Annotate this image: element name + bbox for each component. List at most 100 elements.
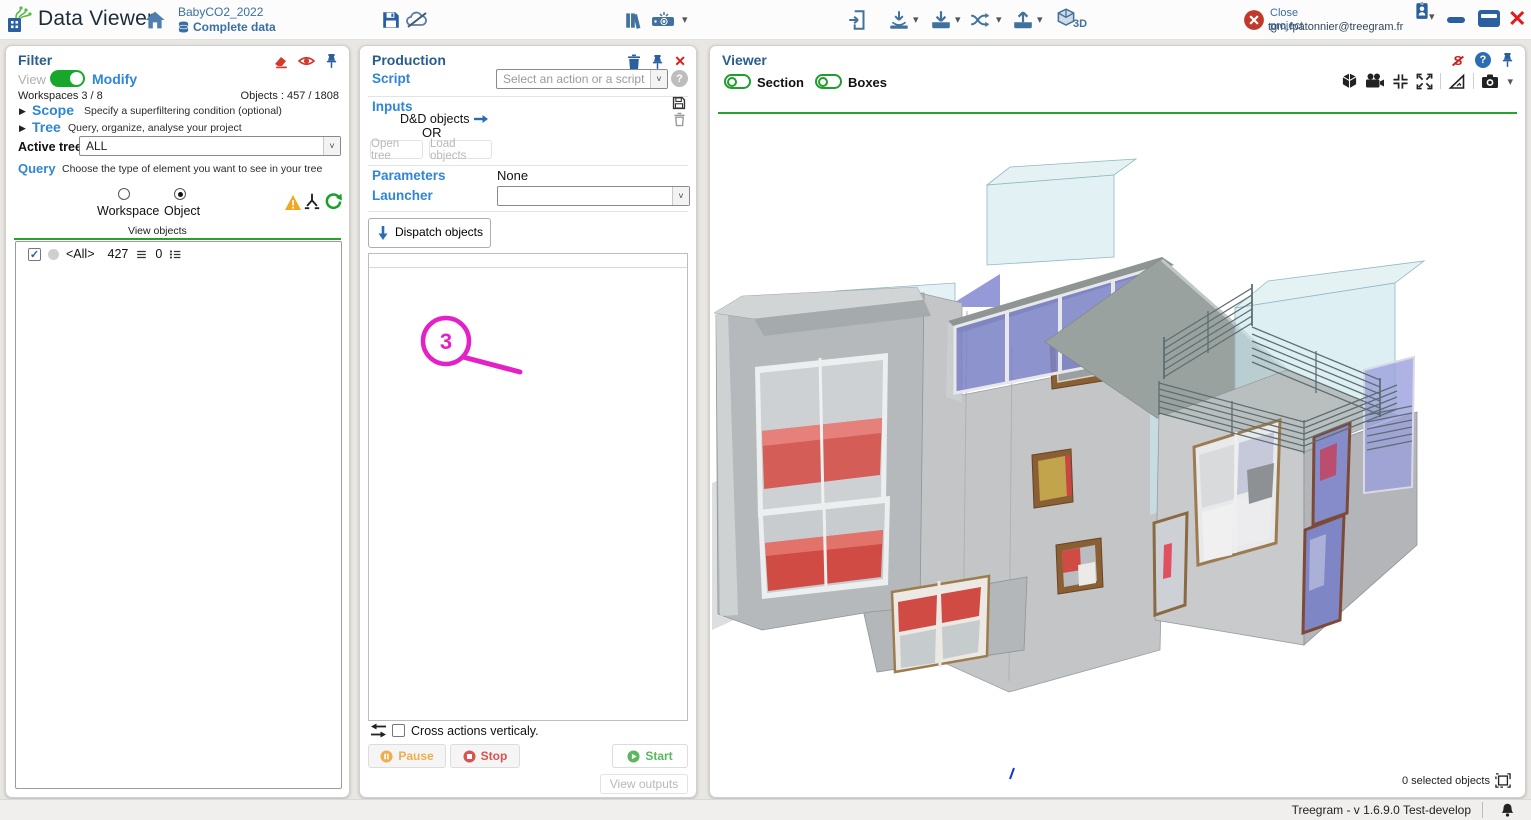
parameters-label: Parameters: [372, 168, 446, 183]
dispatch-objects-button[interactable]: Dispatch objects: [368, 218, 491, 248]
eraser-icon[interactable]: [273, 53, 289, 69]
camera-path-icon[interactable]: [1365, 73, 1385, 89]
tree-section-label[interactable]: Tree: [32, 119, 61, 135]
toolbar-separator: [1473, 73, 1474, 89]
measure-icon[interactable]: [1448, 73, 1466, 90]
workspace-radio[interactable]: [118, 188, 130, 200]
view-modify-toggle[interactable]: [50, 70, 85, 87]
active-tree-select[interactable]: ALL˅: [79, 136, 341, 156]
projector-dropdown-caret[interactable]: ▾: [682, 13, 688, 26]
close-panel-icon[interactable]: ✕: [674, 53, 686, 70]
tree-hint: Query, organize, analyse your project: [68, 122, 242, 134]
eye-icon[interactable]: [298, 54, 315, 68]
open-tree-button[interactable]: Open tree: [370, 140, 423, 159]
save-icon[interactable]: [378, 7, 404, 33]
app-logo-icon: [6, 6, 34, 39]
script-select-placeholder: Select an action or a script: [497, 72, 650, 86]
filter-panel-title: Filter: [18, 52, 52, 68]
stop-button[interactable]: Stop: [450, 744, 520, 768]
view-outputs-button[interactable]: View outputs: [600, 774, 688, 794]
workspaces-count: Workspaces 3 / 8: [18, 90, 103, 102]
user-menu-caret[interactable]: ▾: [1429, 10, 1435, 23]
viewer-3d-canvas[interactable]: [712, 115, 1524, 791]
tree-row-all[interactable]: ✓ <All> 427 0: [28, 247, 182, 261]
sync-disabled-icon[interactable]: S: [1450, 53, 1466, 68]
swap-arrows-icon[interactable]: [370, 723, 387, 738]
project-name: BabyCO2_2022: [178, 5, 263, 19]
status-dot-icon: [48, 249, 59, 260]
modify-mode-label: Modify: [92, 71, 137, 87]
query-section-label[interactable]: Query: [18, 161, 56, 176]
actions-list-header: [369, 254, 687, 268]
notifications-bell-icon[interactable]: [1500, 802, 1515, 818]
script-help-icon[interactable]: ?: [671, 70, 688, 87]
cross-actions-checkbox[interactable]: [392, 724, 405, 737]
pause-button[interactable]: Pause: [368, 744, 446, 768]
launcher-select[interactable]: ˅: [497, 186, 690, 206]
divider: [368, 211, 688, 212]
trash-icon[interactable]: [627, 54, 641, 70]
status-bar: Treegram - v 1.6.9.0 Test-develop: [0, 799, 1531, 820]
tree-branch-icon[interactable]: [302, 191, 322, 212]
help-icon[interactable]: ?: [1475, 52, 1491, 68]
user-email[interactable]: tgm.fpatonnier@treegram.fr: [1268, 21, 1403, 33]
cloud-offline-icon[interactable]: [404, 7, 430, 33]
import-load-icon[interactable]: [886, 7, 912, 33]
shuffle-caret[interactable]: ▾: [996, 13, 1002, 26]
upload-icon[interactable]: [1010, 7, 1036, 33]
tree-row-checkbox[interactable]: ✓: [28, 248, 41, 261]
tree-expander-arrow[interactable]: ▶: [19, 123, 26, 134]
dnd-objects-label[interactable]: D&D objects: [400, 112, 489, 126]
scope-expander-arrow[interactable]: ▶: [19, 106, 26, 117]
home-icon[interactable]: [142, 7, 168, 33]
boxes-toggle[interactable]: [815, 74, 842, 89]
save-inputs-icon[interactable]: [672, 96, 686, 110]
expand-view-icon[interactable]: [1416, 73, 1433, 90]
launcher-select-caret: ˅: [672, 187, 689, 205]
pin-icon[interactable]: [1500, 52, 1515, 68]
view-objects-label: View objects: [128, 225, 187, 237]
objects-tree-container: ✓ <All> 427 0: [15, 241, 342, 789]
import-file-icon[interactable]: [845, 7, 871, 33]
window-close-button[interactable]: ✕: [1508, 8, 1526, 30]
object-radio[interactable]: [174, 188, 186, 200]
refresh-icon[interactable]: [324, 192, 343, 211]
close-project-icon[interactable]: [1243, 9, 1265, 31]
download-caret[interactable]: ▾: [955, 13, 961, 26]
warning-icon: [284, 194, 302, 211]
pin-icon[interactable]: [324, 53, 339, 69]
list-lines-icon: [135, 248, 148, 261]
scope-section-label[interactable]: Scope: [32, 102, 74, 118]
view-3d-icon[interactable]: 3D: [1053, 6, 1089, 32]
script-select[interactable]: Select an action or a script˅: [496, 69, 668, 89]
tree-row-count-primary: 427: [108, 247, 129, 261]
pin-icon[interactable]: [650, 54, 665, 70]
window-maximize-button[interactable]: [1478, 10, 1500, 27]
library-icon[interactable]: [622, 7, 648, 33]
window-minimize-button[interactable]: [1447, 17, 1465, 23]
active-tree-label: Active tree: [18, 140, 82, 154]
viewer-panel-title: Viewer: [722, 52, 767, 68]
projector-icon[interactable]: [650, 7, 676, 33]
download-icon[interactable]: [928, 7, 954, 33]
boxes-toggle-label: Boxes: [848, 75, 887, 90]
workspace-radio-label: Workspace: [97, 204, 159, 218]
start-button[interactable]: Start: [612, 744, 688, 768]
clear-inputs-trash-icon[interactable]: [673, 112, 686, 127]
snapshot-camera-icon[interactable]: [1481, 73, 1500, 89]
snapshot-caret[interactable]: ▾: [1507, 75, 1513, 88]
project-data[interactable]: Complete data: [178, 20, 276, 34]
objects-count: Objects : 457 / 1808: [241, 90, 339, 102]
import-load-caret[interactable]: ▾: [913, 13, 919, 26]
status-separator: [1482, 802, 1483, 818]
production-panel: Production ✕ Script Select an action or …: [359, 45, 697, 798]
zoom-fit-icon[interactable]: [1392, 73, 1409, 90]
top-bar: Data Viewer BabyCO2_2022 Complete data ▾…: [0, 0, 1531, 40]
cube-view-icon[interactable]: [1341, 72, 1358, 90]
load-objects-button[interactable]: Load objects: [429, 140, 492, 159]
section-toggle[interactable]: [724, 74, 751, 89]
shuffle-icon[interactable]: [968, 7, 994, 33]
selection-box-icon: [1495, 773, 1511, 788]
upload-caret[interactable]: ▾: [1037, 13, 1043, 26]
application-window: Data Viewer BabyCO2_2022 Complete data ▾…: [0, 0, 1531, 820]
